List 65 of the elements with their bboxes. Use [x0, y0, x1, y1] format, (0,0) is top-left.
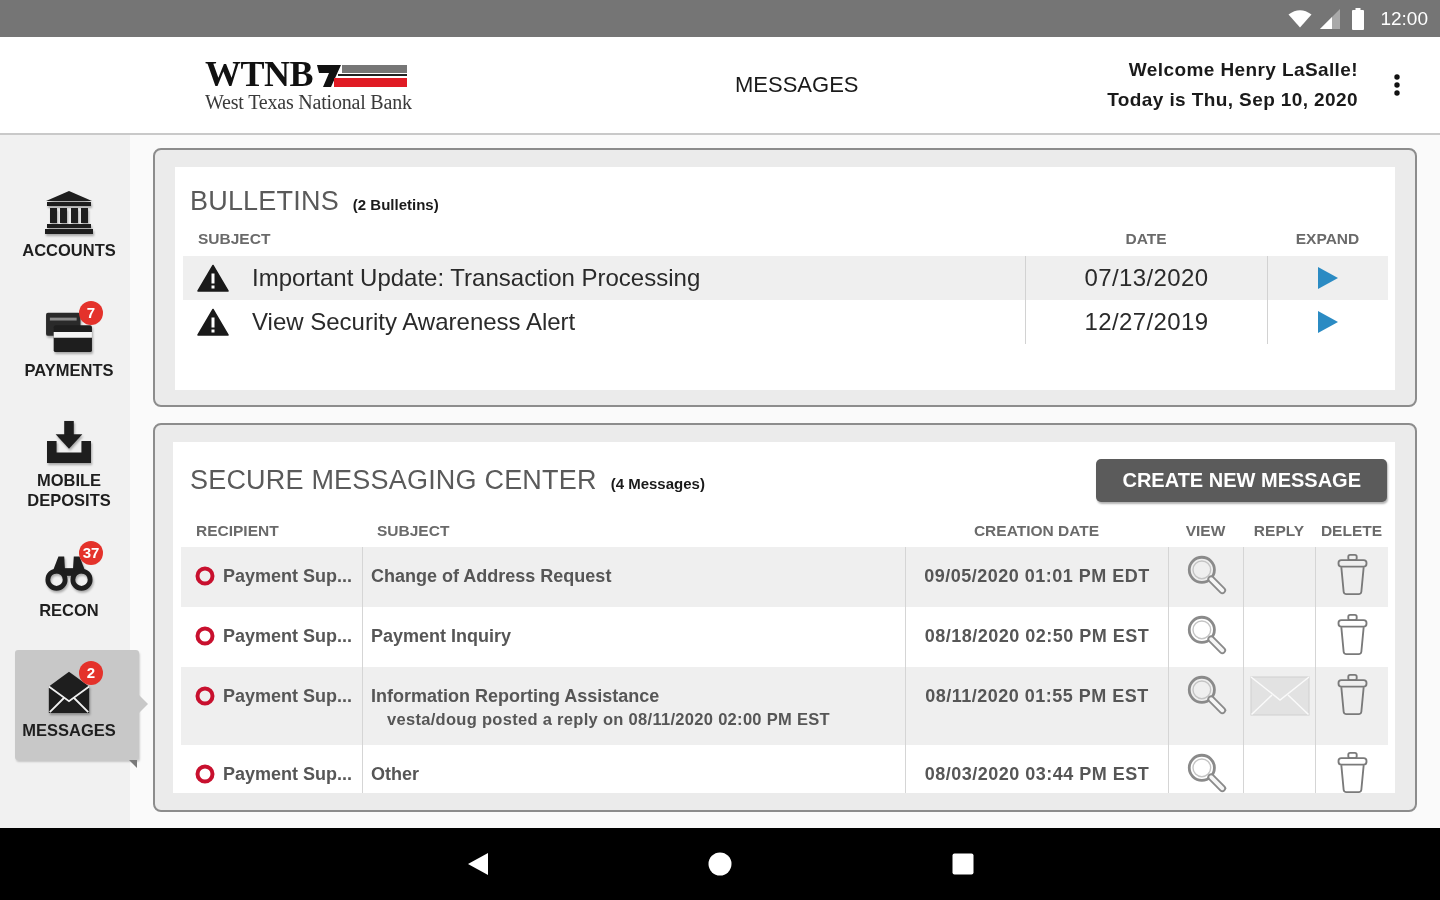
- cards-icon: [44, 310, 94, 354]
- reply-note: vesta/doug posted a reply on 08/11/2020 02:00 PM EST: [386, 709, 830, 730]
- bank-icon: [44, 190, 94, 234]
- wifi-icon: [1288, 9, 1313, 28]
- play-icon[interactable]: [1317, 266, 1339, 290]
- warning-icon: [197, 264, 229, 292]
- column-header: SUBJECT: [377, 522, 450, 540]
- bulletin-subject[interactable]: Important Update: Transaction Processing: [252, 264, 701, 292]
- creation-date: 09/05/2020 01:01 PM EDT: [924, 566, 1150, 586]
- status-time: 12:00: [1380, 7, 1428, 30]
- count-badge: 37: [79, 541, 103, 565]
- section-title: BULLETINS: [190, 185, 339, 218]
- trash-icon[interactable]: [1335, 614, 1369, 655]
- trash-icon[interactable]: [1335, 674, 1369, 715]
- logo-subtitle: West Texas National Bank: [205, 91, 413, 113]
- trash-icon[interactable]: [1335, 752, 1369, 793]
- search-icon[interactable]: [1185, 614, 1227, 655]
- more-menu-icon[interactable]: [1394, 74, 1400, 96]
- subject-text[interactable]: Payment Inquiry: [371, 625, 512, 647]
- create-message-button[interactable]: CREATE NEW MESSAGE: [1096, 459, 1387, 502]
- column-header: DELETE: [1320, 522, 1383, 540]
- nav-item[interactable]: MOBILE DEPOSITS: [15, 410, 139, 520]
- welcome-text: Welcome Henry LaSalle!: [1128, 58, 1358, 82]
- creation-date: 08/18/2020 02:50 PM EST: [924, 626, 1150, 646]
- bulletin-date: 12/27/2019: [1084, 308, 1209, 336]
- search-icon[interactable]: [1185, 752, 1227, 793]
- column-header: SUBJECT: [198, 229, 271, 248]
- warning-icon: [197, 308, 229, 336]
- column-header: REPLY: [1253, 522, 1305, 540]
- bulletin-date: 07/13/2020: [1084, 264, 1209, 292]
- column-header: EXPAND: [1295, 229, 1360, 248]
- subject-text[interactable]: Information Reporting Assistance: [371, 685, 660, 707]
- play-icon[interactable]: [1317, 310, 1339, 334]
- section-count: (2 Bulletins): [352, 195, 439, 215]
- column-header: VIEW: [1185, 522, 1226, 540]
- battery-icon: [1352, 7, 1365, 30]
- bulletin-subject[interactable]: View Security Awareness Alert: [252, 308, 576, 336]
- recents-icon[interactable]: [951, 853, 974, 875]
- download-tray-icon: [44, 420, 94, 464]
- section-count: (4 Messages): [610, 474, 705, 494]
- recipient-text: Payment Sup...: [223, 625, 353, 647]
- signal-icon: [1320, 8, 1341, 29]
- search-icon[interactable]: [1185, 674, 1227, 715]
- creation-date: 08/03/2020 03:44 PM EST: [924, 764, 1150, 784]
- count-badge: 2: [79, 661, 103, 685]
- creation-date: 08/11/2020 01:55 PM EST: [925, 686, 1149, 706]
- logo-stripes-icon: [315, 62, 408, 88]
- logo-text: WTNB: [205, 57, 314, 91]
- date-text: Today is Thu, Sep 10, 2020: [1107, 88, 1358, 112]
- recipient-text: Payment Sup...: [223, 685, 353, 707]
- subject-text[interactable]: Other: [371, 763, 419, 785]
- nav-item[interactable]: ACCOUNTS: [15, 170, 139, 280]
- search-icon[interactable]: [1185, 554, 1227, 595]
- home-icon[interactable]: [707, 852, 732, 876]
- page-title: MESSAGES: [735, 72, 859, 98]
- trash-icon[interactable]: [1335, 554, 1369, 595]
- column-header: RECIPIENT: [196, 522, 279, 540]
- subject-text[interactable]: Change of Address Request: [371, 565, 612, 587]
- column-header: CREATION DATE: [973, 522, 1100, 540]
- count-badge: 7: [79, 301, 103, 325]
- recipient-text: Payment Sup...: [223, 565, 353, 587]
- section-title: SECURE MESSAGING CENTER: [190, 464, 597, 497]
- recipient-text: Payment Sup...: [223, 763, 353, 785]
- back-icon[interactable]: [466, 852, 489, 876]
- column-header: DATE: [1125, 229, 1167, 248]
